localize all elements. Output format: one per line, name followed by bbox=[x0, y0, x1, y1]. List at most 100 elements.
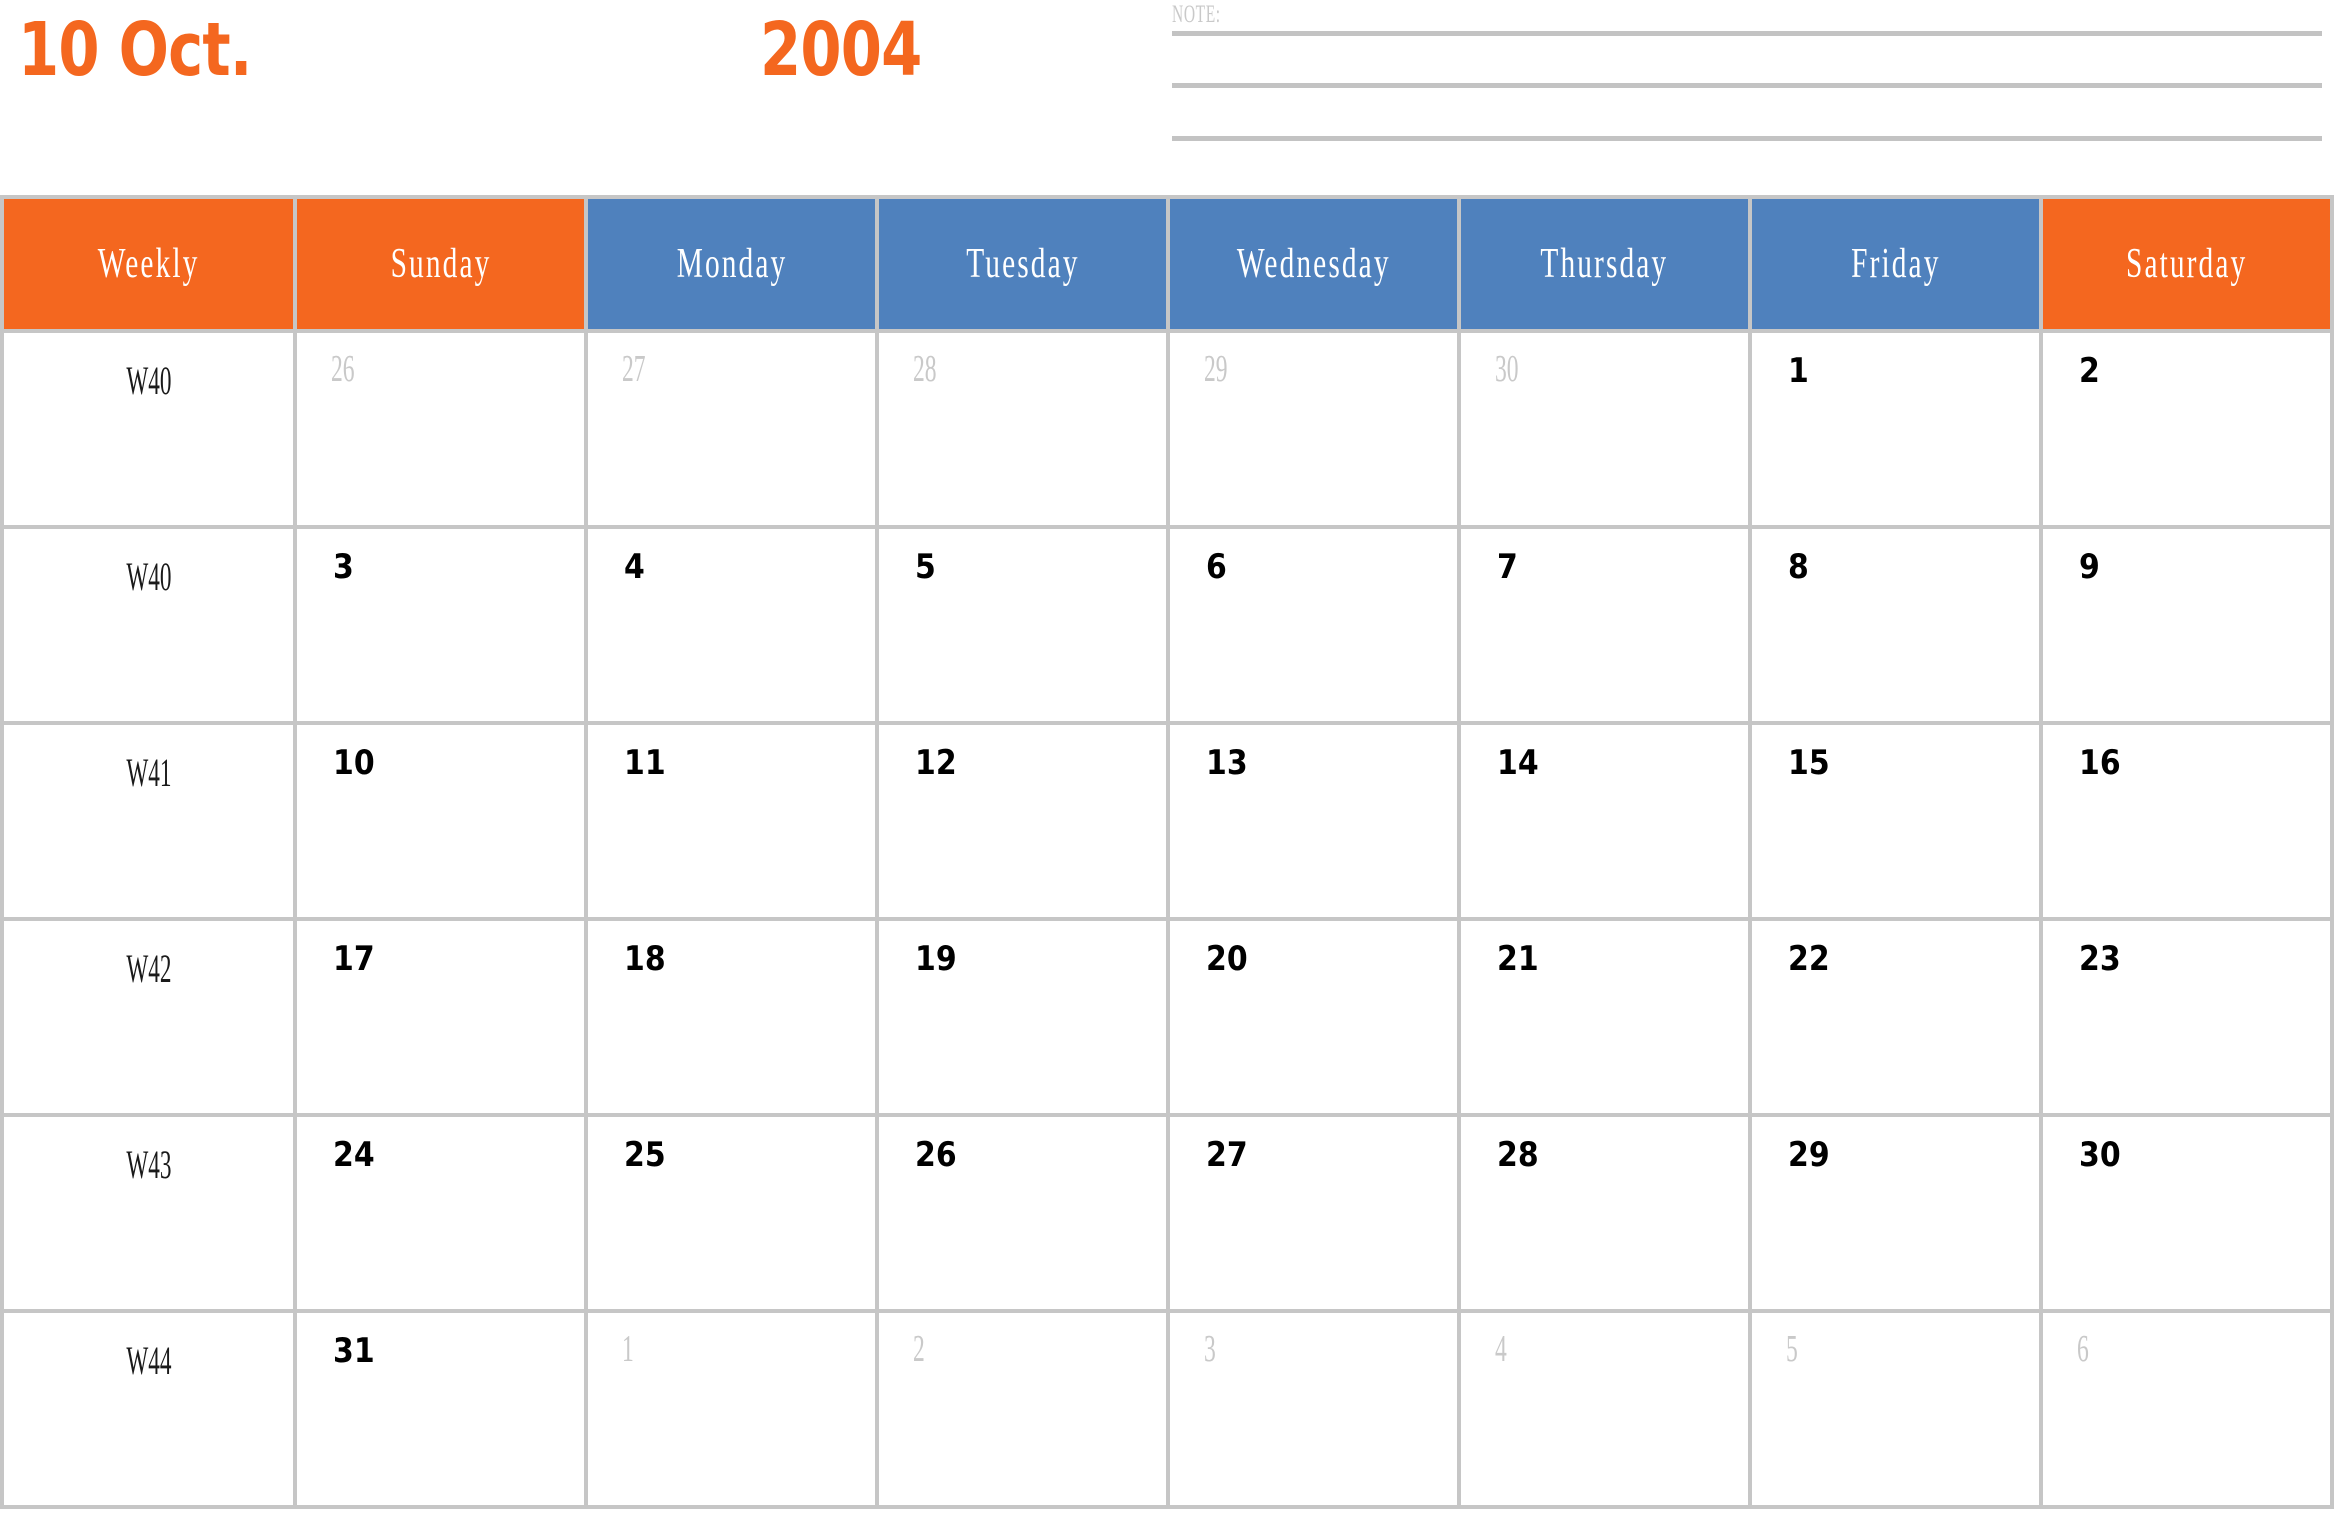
week-number-label: W40 bbox=[125, 358, 172, 403]
week-number-label: W44 bbox=[125, 1338, 172, 1383]
day-number-outside-month: 5 bbox=[1786, 1328, 1798, 1370]
day-number: 9 bbox=[2079, 547, 2100, 587]
calendar-day-cell[interactable]: 12 bbox=[875, 721, 1170, 921]
day-number: 1 bbox=[1788, 351, 1809, 391]
calendar-day-cell[interactable]: 26 bbox=[875, 1113, 1170, 1313]
day-number: 25 bbox=[624, 1135, 666, 1175]
calendar-day-cell[interactable]: 23 bbox=[2039, 917, 2334, 1117]
calendar-day-cell[interactable]: 6 bbox=[1166, 525, 1461, 725]
calendar-day-cell[interactable]: 5 bbox=[875, 525, 1170, 725]
calendar-header-monday: Monday bbox=[584, 195, 879, 333]
calendar-day-cell[interactable]: 9 bbox=[2039, 525, 2334, 725]
day-number-outside-month: 27 bbox=[622, 348, 646, 390]
day-number: 22 bbox=[1788, 939, 1830, 979]
calendar-header-label: Thursday bbox=[1540, 241, 1669, 287]
day-number-outside-month: 3 bbox=[1204, 1328, 1216, 1370]
day-number: 16 bbox=[2079, 743, 2121, 783]
calendar-day-cell[interactable]: 24 bbox=[293, 1113, 588, 1313]
day-number: 7 bbox=[1497, 547, 1518, 587]
calendar-day-cell[interactable]: 14 bbox=[1457, 721, 1752, 921]
calendar-header-thursday: Thursday bbox=[1457, 195, 1752, 333]
calendar-week-row: W44 31 1 2 3 4 5 6 bbox=[0, 1309, 2334, 1509]
calendar-day-cell[interactable]: 4 bbox=[1457, 1309, 1752, 1509]
calendar-week-row: W42 17 18 19 20 21 22 23 bbox=[0, 917, 2334, 1117]
page-title-month: 10 Oct. bbox=[18, 7, 252, 93]
day-number: 27 bbox=[1206, 1135, 1248, 1175]
calendar-day-cell[interactable]: 20 bbox=[1166, 917, 1461, 1117]
calendar-day-cell[interactable]: 27 bbox=[584, 329, 879, 529]
calendar-header-saturday: Saturday bbox=[2039, 195, 2334, 333]
calendar-day-cell[interactable]: 19 bbox=[875, 917, 1170, 1117]
day-number-outside-month: 28 bbox=[913, 348, 937, 390]
calendar-week-row: W40 3 4 5 6 7 8 9 bbox=[0, 525, 2334, 725]
day-number-outside-month: 30 bbox=[1495, 348, 1519, 390]
day-number: 10 bbox=[333, 743, 375, 783]
calendar-day-cell[interactable]: 28 bbox=[875, 329, 1170, 529]
day-number-outside-month: 29 bbox=[1204, 348, 1228, 390]
day-number: 17 bbox=[333, 939, 375, 979]
calendar-day-cell[interactable]: 28 bbox=[1457, 1113, 1752, 1313]
calendar-header-row: Weekly Sunday Monday Tuesday Wednesday Thursd… bbox=[0, 195, 2334, 333]
week-number-cell: W40 bbox=[0, 525, 297, 725]
day-number: 11 bbox=[624, 743, 666, 783]
calendar-day-cell[interactable]: 29 bbox=[1166, 329, 1461, 529]
calendar-day-cell[interactable]: 25 bbox=[584, 1113, 879, 1313]
note-area[interactable]: NOTE: bbox=[1168, 0, 2323, 152]
calendar-day-cell[interactable]: 10 bbox=[293, 721, 588, 921]
calendar-day-cell[interactable]: 7 bbox=[1457, 525, 1752, 725]
calendar-day-cell[interactable]: 26 bbox=[293, 329, 588, 529]
week-number-label: W40 bbox=[125, 554, 172, 599]
day-number: 28 bbox=[1497, 1135, 1539, 1175]
day-number: 3 bbox=[333, 547, 354, 587]
calendar-header-label: Weekly bbox=[97, 241, 200, 287]
calendar-day-cell[interactable]: 13 bbox=[1166, 721, 1461, 921]
calendar-day-cell[interactable]: 1 bbox=[584, 1309, 879, 1509]
calendar-day-cell[interactable]: 2 bbox=[875, 1309, 1170, 1509]
calendar-header-sunday: Sunday bbox=[293, 195, 588, 333]
day-number-outside-month: 2 bbox=[913, 1328, 925, 1370]
calendar-day-cell[interactable]: 3 bbox=[293, 525, 588, 725]
calendar-day-cell[interactable]: 8 bbox=[1748, 525, 2043, 725]
calendar-day-cell[interactable]: 30 bbox=[2039, 1113, 2334, 1313]
page-title-year: 2004 bbox=[760, 7, 922, 93]
day-number-outside-month: 4 bbox=[1495, 1328, 1507, 1370]
calendar-day-cell[interactable]: 5 bbox=[1748, 1309, 2043, 1509]
calendar-day-cell[interactable]: 18 bbox=[584, 917, 879, 1117]
page-header: 10 Oct. 2004 NOTE: bbox=[0, 0, 2337, 195]
calendar-day-cell[interactable]: 2 bbox=[2039, 329, 2334, 529]
calendar-day-cell[interactable]: 29 bbox=[1748, 1113, 2043, 1313]
day-number: 20 bbox=[1206, 939, 1248, 979]
calendar-day-cell[interactable]: 30 bbox=[1457, 329, 1752, 529]
calendar-day-cell[interactable]: 22 bbox=[1748, 917, 2043, 1117]
week-number-cell: W42 bbox=[0, 917, 297, 1117]
calendar-day-cell[interactable]: 4 bbox=[584, 525, 879, 725]
week-number-cell: W43 bbox=[0, 1113, 297, 1313]
calendar-day-cell[interactable]: 16 bbox=[2039, 721, 2334, 921]
calendar-header-label: Tuesday bbox=[965, 241, 1080, 287]
day-number: 14 bbox=[1497, 743, 1539, 783]
day-number: 5 bbox=[915, 547, 936, 587]
day-number-outside-month: 26 bbox=[331, 348, 355, 390]
week-number-cell: W41 bbox=[0, 721, 297, 921]
day-number: 4 bbox=[624, 547, 645, 587]
calendar-day-cell[interactable]: 15 bbox=[1748, 721, 2043, 921]
calendar-header-tuesday: Tuesday bbox=[875, 195, 1170, 333]
calendar-day-cell[interactable]: 31 bbox=[293, 1309, 588, 1509]
calendar-day-cell[interactable]: 3 bbox=[1166, 1309, 1461, 1509]
calendar-day-cell[interactable]: 21 bbox=[1457, 917, 1752, 1117]
day-number: 31 bbox=[333, 1331, 375, 1371]
calendar-header-label: Sunday bbox=[390, 241, 491, 287]
day-number: 8 bbox=[1788, 547, 1809, 587]
day-number: 23 bbox=[2079, 939, 2121, 979]
note-rule-line bbox=[1172, 136, 2322, 141]
calendar-day-cell[interactable]: 27 bbox=[1166, 1113, 1461, 1313]
calendar-day-cell[interactable]: 17 bbox=[293, 917, 588, 1117]
day-number: 21 bbox=[1497, 939, 1539, 979]
calendar-body: W40 26 27 28 29 30 1 2 W40 3 4 5 6 7 8 9 W41 10 11 12 13 14 15… bbox=[0, 329, 2334, 1509]
calendar-day-cell[interactable]: 6 bbox=[2039, 1309, 2334, 1509]
day-number-outside-month: 6 bbox=[2077, 1328, 2089, 1370]
calendar-day-cell[interactable]: 1 bbox=[1748, 329, 2043, 529]
day-number: 13 bbox=[1206, 743, 1248, 783]
calendar-day-cell[interactable]: 11 bbox=[584, 721, 879, 921]
day-number: 19 bbox=[915, 939, 957, 979]
